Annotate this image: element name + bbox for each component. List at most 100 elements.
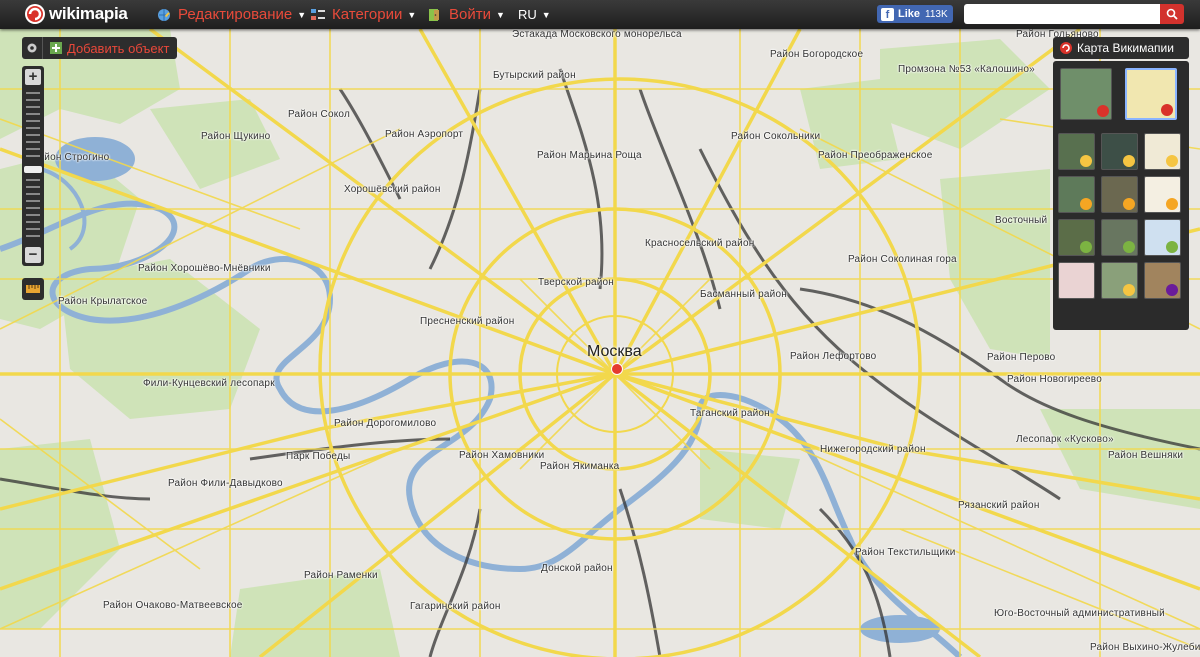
layer-thumb-osm-hybrid[interactable] [1101, 219, 1138, 256]
wikimapia-logo[interactable]: wikimapia [24, 3, 128, 25]
map-label[interactable]: Восточный [995, 215, 1047, 226]
map-label[interactable]: Район Крылатское [58, 296, 147, 307]
map-label[interactable]: Район Соколиная гора [848, 254, 957, 265]
chevron-down-icon: ▼ [541, 9, 551, 20]
bing-badge-icon [1080, 198, 1092, 210]
zoom-out-button[interactable]: − [25, 247, 41, 263]
map-label[interactable]: Лесопарк «Кусково» [1016, 434, 1114, 445]
menu-edit-label: Редактирование [178, 6, 293, 23]
map-label[interactable]: Гагаринский район [410, 601, 501, 612]
map-label[interactable]: Район Очаково-Матвеевское [103, 600, 243, 611]
map-label[interactable]: Район Преображенское [818, 150, 932, 161]
ruler-button[interactable] [22, 278, 44, 300]
search-icon [1166, 8, 1178, 20]
menu-categories-label: Категории [332, 6, 403, 23]
osm-badge-icon [1123, 241, 1135, 253]
osm-badge-icon [1166, 241, 1178, 253]
map-label[interactable]: Таганский район [690, 408, 770, 419]
layer-thumb-osm-map[interactable] [1144, 219, 1181, 256]
map-label[interactable]: Район Лефортово [790, 351, 876, 362]
map-label[interactable]: Район Аэропорт [385, 129, 463, 140]
map-label[interactable]: Пресненский район [420, 316, 514, 327]
map-label[interactable]: Район Новогиреево [1007, 374, 1102, 385]
globe-pencil-icon [156, 7, 172, 23]
top-bar: wikimapia Редактирование ▼ Категории ▼ В… [0, 0, 1200, 29]
layer-thumb-map-wikimapia[interactable] [1125, 68, 1177, 120]
map-label[interactable]: Рязанский район [958, 500, 1040, 511]
map-label[interactable]: Район Богородское [770, 49, 863, 60]
facebook-icon: f [881, 7, 894, 21]
zoom-slider-thumb[interactable] [24, 166, 42, 173]
map-label[interactable]: Басманный район [700, 289, 787, 300]
settings-button[interactable] [22, 37, 43, 59]
chevron-down-icon: ▼ [407, 9, 417, 20]
ruler-icon [26, 285, 40, 293]
layer-thumb-satellite-wikimapia[interactable] [1060, 68, 1112, 120]
map-layers-title: Карта Викимапии [1077, 41, 1174, 55]
layer-thumb-bing-satellite[interactable] [1058, 176, 1095, 213]
map-label[interactable]: Район Выхино-Жулеби [1090, 642, 1200, 653]
map-label[interactable]: Район Хамовники [459, 450, 544, 461]
map-label[interactable]: Район Дорогомилово [334, 418, 436, 429]
layer-thumb-yandex-satellite[interactable] [1101, 262, 1138, 299]
layer-thumb-bing-hybrid[interactable] [1101, 176, 1138, 213]
map-label[interactable]: Район Текстильщики [855, 547, 956, 558]
layer-thumb-yandex-map[interactable] [1058, 262, 1095, 299]
map-label[interactable]: Район Щукино [201, 131, 270, 142]
facebook-like-button[interactable]: f Like 113K [877, 5, 953, 23]
yahoo-badge-icon [1166, 284, 1178, 296]
city-center-marker[interactable] [611, 363, 623, 375]
map-label[interactable]: Район Раменки [304, 570, 378, 581]
zoom-in-button[interactable]: + [25, 69, 41, 85]
map-label[interactable]: Район Фили-Давыдково [168, 478, 283, 489]
add-place-icon [50, 42, 62, 54]
map-label[interactable]: Нижегородский район [820, 444, 926, 455]
map-label[interactable]: Донской район [541, 563, 613, 574]
map-label[interactable]: Юго-Восточный административный [994, 608, 1165, 619]
map-label[interactable]: Фили-Кунцевский лесопарк [143, 378, 275, 389]
map-label[interactable]: Красносельский район [645, 238, 754, 249]
city-label[interactable]: Москва [587, 343, 642, 361]
map-label[interactable]: Район Сокол [288, 109, 350, 120]
map-label[interactable]: Район Якиманка [540, 461, 619, 472]
map-label[interactable]: Промзона №53 «Калошино» [898, 64, 1035, 75]
google-badge-icon [1080, 155, 1092, 167]
layer-thumb-google-satellite[interactable] [1058, 133, 1095, 170]
map-canvas[interactable]: Москва Эстакада Московского монорельса Р… [0, 29, 1200, 657]
layer-thumb-osm-satellite[interactable] [1058, 219, 1095, 256]
layer-thumb-google-map[interactable] [1144, 133, 1181, 170]
login-door-icon [427, 7, 443, 23]
menu-categories[interactable]: Категории ▼ [310, 0, 416, 29]
map-label[interactable]: Район Сокольники [731, 131, 820, 142]
map-label[interactable]: Тверской район [538, 277, 614, 288]
layer-thumb-yahoo-map[interactable] [1144, 262, 1181, 299]
layer-thumb-google-hybrid[interactable] [1101, 133, 1138, 170]
wikimapia-logo-icon [25, 4, 45, 24]
language-selector[interactable]: RU ▼ [518, 0, 551, 29]
wikimapia-badge-icon [1161, 104, 1173, 116]
menu-login[interactable]: Войти ▼ [427, 0, 505, 29]
wikimapia-logo-icon [1060, 42, 1072, 54]
map-tools: Добавить объект [22, 37, 178, 59]
map-label[interactable]: Район Вешняки [1108, 450, 1183, 461]
search-input[interactable] [964, 4, 1160, 24]
map-label[interactable]: Район Марьина Роща [537, 150, 642, 161]
zoom-control[interactable]: + − [22, 66, 44, 266]
map-label[interactable]: Район Хорошёво-Мнёвники [138, 263, 271, 274]
add-object-button[interactable]: Добавить объект [43, 37, 178, 59]
gear-icon [27, 43, 37, 53]
map-label[interactable]: Эстакада Московского монорельса [512, 29, 682, 40]
layer-thumb-bing-map[interactable] [1144, 176, 1181, 213]
map-label[interactable]: Парк Победы [286, 451, 350, 462]
bing-badge-icon [1123, 198, 1135, 210]
map-label[interactable]: Район Перово [987, 352, 1055, 363]
map-layers-header[interactable]: Карта Викимапии [1053, 37, 1189, 59]
map-label[interactable]: Хорошёвский район [344, 184, 441, 195]
search-button[interactable] [1160, 4, 1184, 24]
chevron-down-icon: ▼ [495, 9, 505, 20]
menu-edit[interactable]: Редактирование ▼ [156, 0, 306, 29]
map-layers-panel [1053, 61, 1189, 330]
add-object-label: Добавить объект [67, 40, 170, 56]
google-badge-icon [1123, 155, 1135, 167]
map-label[interactable]: Бутырский район [493, 70, 576, 81]
